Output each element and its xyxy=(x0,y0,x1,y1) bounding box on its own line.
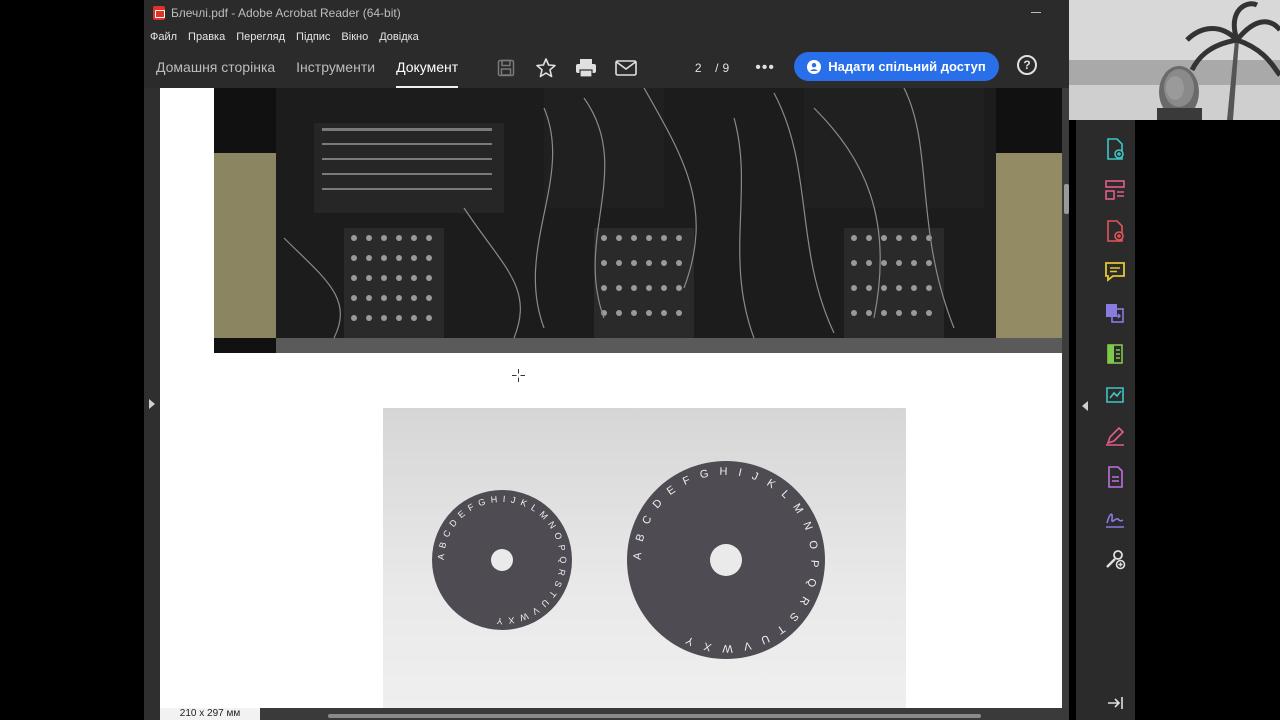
signature-icon[interactable] xyxy=(1104,507,1126,529)
share-button-label: Надати спільний доступ xyxy=(828,59,986,74)
expand-left-panel-icon[interactable] xyxy=(149,399,155,409)
menu-file[interactable]: Файл xyxy=(150,31,177,43)
crosshair-cursor-icon xyxy=(512,369,525,382)
title-bar: Блечлі.pdf - Adobe Acrobat Reader (64-bi… xyxy=(144,0,1069,26)
expand-panel-icon[interactable] xyxy=(1104,692,1126,714)
tab-document[interactable]: Документ xyxy=(396,48,459,88)
email-icon[interactable] xyxy=(615,57,637,79)
current-page-input[interactable]: 2 xyxy=(685,61,711,75)
left-panel-rail xyxy=(144,88,160,720)
organize-pages-icon[interactable] xyxy=(1104,179,1126,201)
share-person-icon xyxy=(807,59,822,74)
more-options-icon[interactable]: ••• xyxy=(755,59,775,77)
more-tools-icon[interactable] xyxy=(1104,548,1126,570)
cipher-wheels-photo: ABCDEFGHIJKLMNOPQRSTUVWXY ABCDEFGHIJKLMN… xyxy=(383,408,906,708)
menu-edit[interactable]: Правка xyxy=(188,31,225,43)
menu-help[interactable]: Довідка xyxy=(379,31,419,43)
acrobat-pdf-icon xyxy=(153,6,165,20)
help-icon[interactable]: ? xyxy=(1017,55,1037,75)
create-pdf-icon[interactable] xyxy=(1104,138,1126,160)
main-toolbar: Домашня сторінка Інструменти Документ 2 … xyxy=(144,48,1069,88)
document-viewer[interactable]: ABCDEFGHIJKLMNOPQRSTUVWXY ABCDEFGHIJKLMN… xyxy=(144,88,1069,720)
horizontal-scrollbar[interactable] xyxy=(328,714,981,718)
minimize-button[interactable] xyxy=(1031,12,1041,13)
edit-icon[interactable] xyxy=(1104,425,1126,447)
page-size-label: 210 x 297 мм xyxy=(160,708,260,720)
cipher-wheels-image: ABCDEFGHIJKLMNOPQRSTUVWXY ABCDEFGHIJKLMN… xyxy=(432,461,825,659)
tab-home[interactable]: Домашня сторінка xyxy=(156,48,275,88)
combine-files-icon[interactable] xyxy=(1104,302,1126,324)
export-pdf-icon[interactable] xyxy=(1104,220,1126,242)
total-pages: 9 xyxy=(722,61,730,75)
comment-icon[interactable] xyxy=(1104,261,1126,283)
page-navigator: 2 / 9 xyxy=(685,61,729,75)
vertical-scrollbar[interactable] xyxy=(1064,184,1069,214)
webcam-overlay xyxy=(1067,0,1280,120)
star-bookmark-icon[interactable] xyxy=(535,57,557,79)
pdf-page: ABCDEFGHIJKLMNOPQRSTUVWXY ABCDEFGHIJKLMN… xyxy=(160,88,1062,708)
request-signature-icon[interactable] xyxy=(1104,466,1126,488)
bombe-panel-photo xyxy=(214,88,1062,353)
menu-view[interactable]: Перегляд xyxy=(236,31,285,43)
window-title: Блечлі.pdf - Adobe Acrobat Reader (64-bi… xyxy=(171,6,401,20)
acrobat-window: Блечлі.pdf - Adobe Acrobat Reader (64-bi… xyxy=(144,0,1069,720)
menu-sign[interactable]: Підпис xyxy=(296,31,330,43)
bombe-panel-image xyxy=(214,88,1062,353)
save-icon[interactable] xyxy=(495,57,517,79)
menu-bar: Файл Правка Перегляд Підпис Вікно Довідк… xyxy=(144,26,1069,48)
collapse-right-panel-icon[interactable] xyxy=(1082,401,1088,411)
tab-tools[interactable]: Інструменти xyxy=(296,48,375,88)
page-separator: / xyxy=(715,61,719,75)
print-icon[interactable] xyxy=(575,57,597,79)
status-bar: 210 x 297 мм xyxy=(160,708,1069,720)
menu-window[interactable]: Вікно xyxy=(341,31,368,43)
right-tools-panel xyxy=(1076,120,1135,720)
fill-sign-icon[interactable] xyxy=(1104,384,1126,406)
compress-icon[interactable] xyxy=(1104,343,1126,365)
webcam-image xyxy=(1067,0,1280,120)
share-button[interactable]: Надати спільний доступ xyxy=(794,52,999,81)
